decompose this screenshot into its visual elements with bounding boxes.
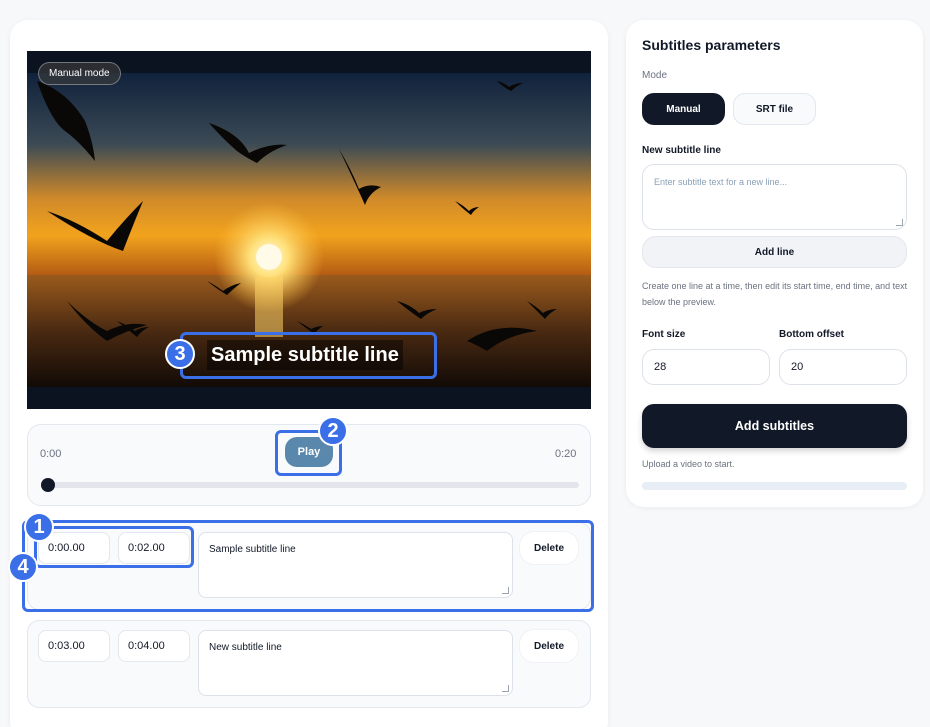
new-subtitle-placeholder: Enter subtitle text for a new line... (654, 177, 788, 187)
mode-manual-button[interactable]: Manual (642, 93, 725, 125)
annotation-badge-2: 2 (318, 416, 348, 446)
resize-grip-icon[interactable] (502, 685, 509, 692)
status-text: Upload a video to start. (642, 459, 735, 469)
progress-bar-track (642, 482, 907, 490)
resize-grip-icon[interactable] (896, 219, 903, 226)
bottom-offset-label: Bottom offset (779, 329, 844, 340)
new-subtitle-input[interactable]: Enter subtitle text for a new line... (642, 164, 907, 230)
annotation-badge-1: 1 (24, 512, 54, 542)
row-2-start-time-input[interactable]: 0:03.00 (38, 630, 110, 662)
font-size-input[interactable]: 28 (642, 349, 770, 385)
new-line-label: New subtitle line (642, 145, 721, 156)
mode-label: Mode (642, 70, 668, 81)
row-2-text-input[interactable]: New subtitle line (198, 630, 513, 696)
mode-srt-button[interactable]: SRT file (733, 93, 816, 125)
mode-badge: Manual mode (38, 62, 121, 85)
time-inputs-highlight (34, 526, 194, 568)
row-2-text-value: New subtitle line (209, 642, 282, 653)
add-line-button[interactable]: Add line (642, 236, 907, 268)
duration-time: 0:20 (555, 448, 577, 460)
bottom-offset-input[interactable]: 20 (779, 349, 907, 385)
help-text: Create one line at a time, then edit its… (642, 281, 908, 307)
annotation-badge-4: 4 (8, 552, 38, 582)
annotation-badge-3: 3 (165, 339, 195, 369)
panel-title: Subtitles parameters (642, 37, 781, 53)
seek-slider-track[interactable] (45, 482, 579, 488)
add-subtitles-button[interactable]: Add subtitles (642, 404, 907, 448)
subtitle-preview-highlight (180, 332, 437, 379)
font-size-label: Font size (642, 329, 686, 340)
seek-slider-thumb[interactable] (41, 478, 55, 492)
row-2-delete-button[interactable]: Delete (520, 630, 578, 662)
current-time: 0:00 (40, 448, 62, 460)
row-2-end-time-input[interactable]: 0:04.00 (118, 630, 190, 662)
